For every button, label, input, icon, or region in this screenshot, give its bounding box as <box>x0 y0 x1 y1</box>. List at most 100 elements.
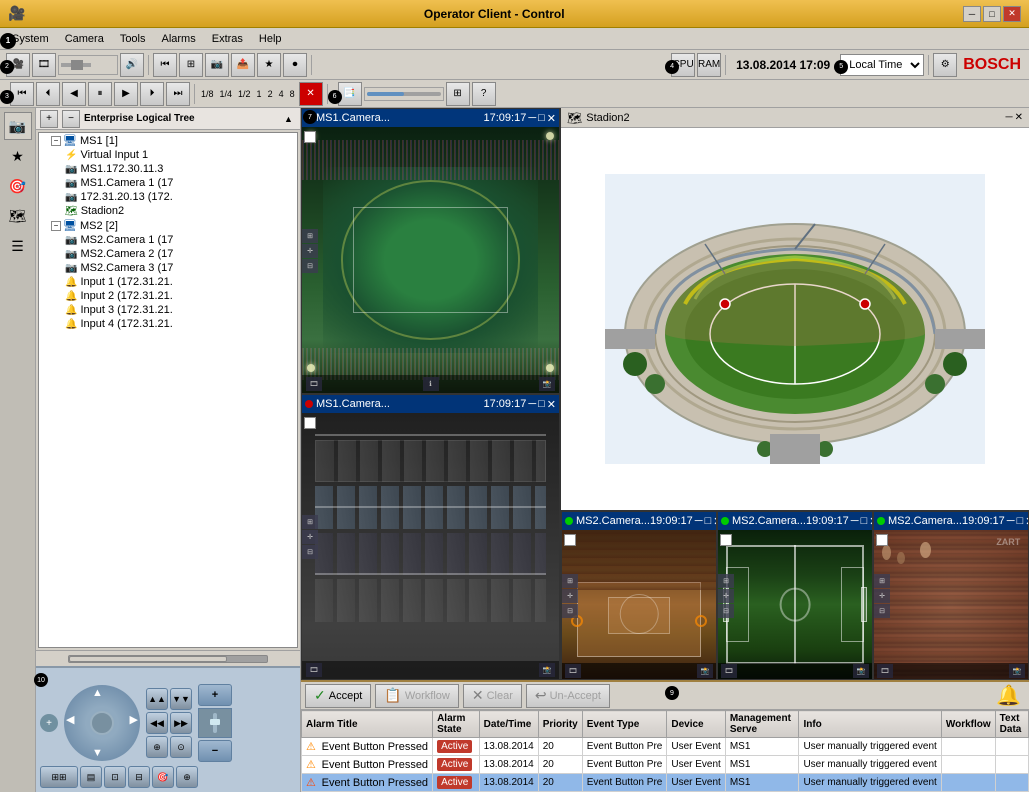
cam1-checkbox[interactable] <box>304 131 316 146</box>
zoom-1-8[interactable]: 1/8 <box>199 89 216 99</box>
ptz-down[interactable]: ▼ <box>92 747 103 759</box>
ptz-right[interactable]: ▶ <box>130 713 138 726</box>
bcam1-checkbox[interactable] <box>564 534 576 549</box>
accept-button[interactable]: ✓ Accept <box>305 684 371 708</box>
menu-alarms[interactable]: Alarms <box>154 31 204 47</box>
timezone-select[interactable]: Local Time <box>840 54 924 76</box>
bcam3-checkbox[interactable] <box>876 534 888 549</box>
ptz-zoom-out[interactable]: − <box>198 740 232 762</box>
bcam3-maximize[interactable]: □ <box>1017 515 1024 527</box>
tree-item-input4[interactable]: 🔔 Input 4 (172.31.21. <box>39 317 297 331</box>
bcam1-ctrl2[interactable]: ✛ <box>562 589 578 603</box>
bcam2-ctrl1[interactable]: ⊞ <box>718 574 734 588</box>
next-frame-button[interactable]: ⏭ <box>166 82 190 106</box>
menu-extras[interactable]: Extras <box>204 31 251 47</box>
ptz-zoom-in[interactable]: + <box>198 684 232 706</box>
cam1-minimize-icon[interactable]: ─ <box>528 112 536 124</box>
ptz-up[interactable]: ▲ <box>92 687 103 699</box>
play-button[interactable]: ▶ <box>114 82 138 106</box>
record-button[interactable]: ⏺ <box>283 53 307 77</box>
bcam2-minimize[interactable]: ─ <box>851 515 859 527</box>
cam1-close-icon[interactable]: ✕ <box>547 112 556 125</box>
clear-button[interactable]: ✕ Clear <box>463 684 522 708</box>
settings-button[interactable]: ⚙ <box>933 53 957 77</box>
nav-favorites[interactable]: ★ <box>4 142 32 170</box>
tree-item-ms2-cam2[interactable]: 📷 MS2.Camera 2 (17 <box>39 247 297 261</box>
ptz-btn-1[interactable]: ▲▲ <box>146 688 168 710</box>
camera-grid-button[interactable]: ⊞ <box>179 53 203 77</box>
ptz-extra-2[interactable]: ▤ <box>80 766 102 788</box>
expand-ms1[interactable]: − <box>51 136 61 146</box>
cam1-maximize-icon[interactable]: □ <box>538 112 545 124</box>
snapshot-button[interactable]: 📷 <box>205 53 229 77</box>
bcam1-snap[interactable]: 📸 <box>697 664 713 678</box>
ptz-extra-4[interactable]: ⊟ <box>128 766 150 788</box>
cam1-pan-btn[interactable]: ✛ <box>302 244 318 258</box>
bcam3-minimize[interactable]: ─ <box>1007 515 1015 527</box>
bcam2-checkbox[interactable] <box>720 534 732 549</box>
bcam2-film[interactable]: 🎞 <box>721 664 737 678</box>
cam1-zoom-in-btn[interactable]: ⊞ <box>302 229 318 243</box>
alarm-row-2[interactable]: ⚠ Event Button Pressed Active 13.08.2014… <box>302 756 1029 774</box>
cam2-minimize-icon[interactable]: ─ <box>528 398 536 410</box>
cam2-zoom-in-btn[interactable]: ⊞ <box>302 515 318 529</box>
bcam1-check[interactable] <box>564 534 576 546</box>
bcam2-ctrl3[interactable]: ⊟ <box>718 604 734 618</box>
alarm-row-3-selected[interactable]: ⚠ Event Button Pressed Active 13.08.2014… <box>302 774 1029 792</box>
tree-item-input3[interactable]: 🔔 Input 3 (172.31.21. <box>39 303 297 317</box>
menu-camera[interactable]: Camera <box>57 31 112 47</box>
cam2-pan-btn[interactable]: ✛ <box>302 530 318 544</box>
instant-replay-button[interactable]: ⏮ <box>153 53 177 77</box>
zoom-in-timeline[interactable]: ⊞ <box>446 82 470 106</box>
tree-item-cam3[interactable]: 📷 172.31.20.13 (172. <box>39 190 297 204</box>
zoom-1-2[interactable]: 1/2 <box>236 89 253 99</box>
bcam3-ctrl1[interactable]: ⊞ <box>874 574 890 588</box>
tree-item-ms1[interactable]: − 🖥 MS1 [1] <box>39 133 297 148</box>
expand-ms2[interactable]: − <box>51 221 61 231</box>
nav-cameras[interactable]: 📷 <box>4 112 32 140</box>
tree-item-virtual1[interactable]: ⚡ Virtual Input 1 <box>39 148 297 162</box>
nav-map[interactable]: 🗺 <box>4 202 32 230</box>
nav-list[interactable]: ☰ <box>4 232 32 260</box>
menu-help[interactable]: Help <box>251 31 290 47</box>
prev-frame-button[interactable]: ⏮ <box>10 82 34 106</box>
cam2-maximize-icon[interactable]: □ <box>538 398 545 410</box>
ptz-extra-3[interactable]: ⊡ <box>104 766 126 788</box>
ptz-btn-5[interactable]: ⊕ <box>146 736 168 758</box>
pause-button[interactable]: ⏸ <box>88 82 112 106</box>
cam1-info-btn[interactable]: ℹ <box>423 377 439 391</box>
bcam3-snap[interactable]: 📸 <box>1009 664 1025 678</box>
bcam2-check[interactable] <box>720 534 732 546</box>
bcam3-check[interactable] <box>876 534 888 546</box>
tree-item-ms2-cam1[interactable]: 📷 MS2.Camera 1 (17 <box>39 233 297 247</box>
tree-expand-all[interactable]: + <box>40 110 58 128</box>
step-fwd-button[interactable]: ⏵ <box>140 82 164 106</box>
ptz-btn-2[interactable]: ▼▼ <box>170 688 192 710</box>
ptz-extra-1[interactable]: ⊞⊞ <box>40 766 78 788</box>
tree-scroll-up[interactable]: ▲ <box>284 114 296 124</box>
minimize-button[interactable]: ─ <box>963 6 981 22</box>
tree-item-ms2-cam3[interactable]: 📷 MS2.Camera 3 (17 <box>39 261 297 275</box>
bcam1-ctrl3[interactable]: ⊟ <box>562 604 578 618</box>
alarm-row-1[interactable]: ⚠ Event Button Pressed Active 13.08.2014… <box>302 738 1029 756</box>
volume-slider[interactable] <box>58 55 118 75</box>
ptz-extra-5[interactable]: 🎯 <box>152 766 174 788</box>
unaccept-button[interactable]: ↩ Un-Accept <box>526 684 610 708</box>
workflow-button[interactable]: 📋 Workflow <box>375 684 458 708</box>
bcam2-ctrl2[interactable]: ✛ <box>718 589 734 603</box>
bcam3-ctrl3[interactable]: ⊟ <box>874 604 890 618</box>
tree-item-ms2[interactable]: − 🖥 MS2 [2] <box>39 218 297 233</box>
zoom-8[interactable]: 8 <box>288 89 297 99</box>
menu-tools[interactable]: Tools <box>112 31 154 47</box>
tree-item-input2[interactable]: 🔔 Input 2 (172.31.21. <box>39 289 297 303</box>
cam2-close-icon[interactable]: ✕ <box>547 398 556 411</box>
zoom-1-4[interactable]: 1/4 <box>218 89 235 99</box>
ptz-extra-6[interactable]: ⊕ <box>176 766 198 788</box>
tree-collapse-all[interactable]: − <box>62 110 80 128</box>
cam1-check[interactable] <box>304 131 316 143</box>
stadium-win-close[interactable]: ✕ <box>1015 112 1023 123</box>
play-back-button[interactable]: ◀ <box>62 82 86 106</box>
bcam1-maximize[interactable]: □ <box>705 515 712 527</box>
cam2-snap-btn[interactable]: 📸 <box>539 663 555 677</box>
cam2-film-btn[interactable]: 🎞 <box>306 663 322 677</box>
